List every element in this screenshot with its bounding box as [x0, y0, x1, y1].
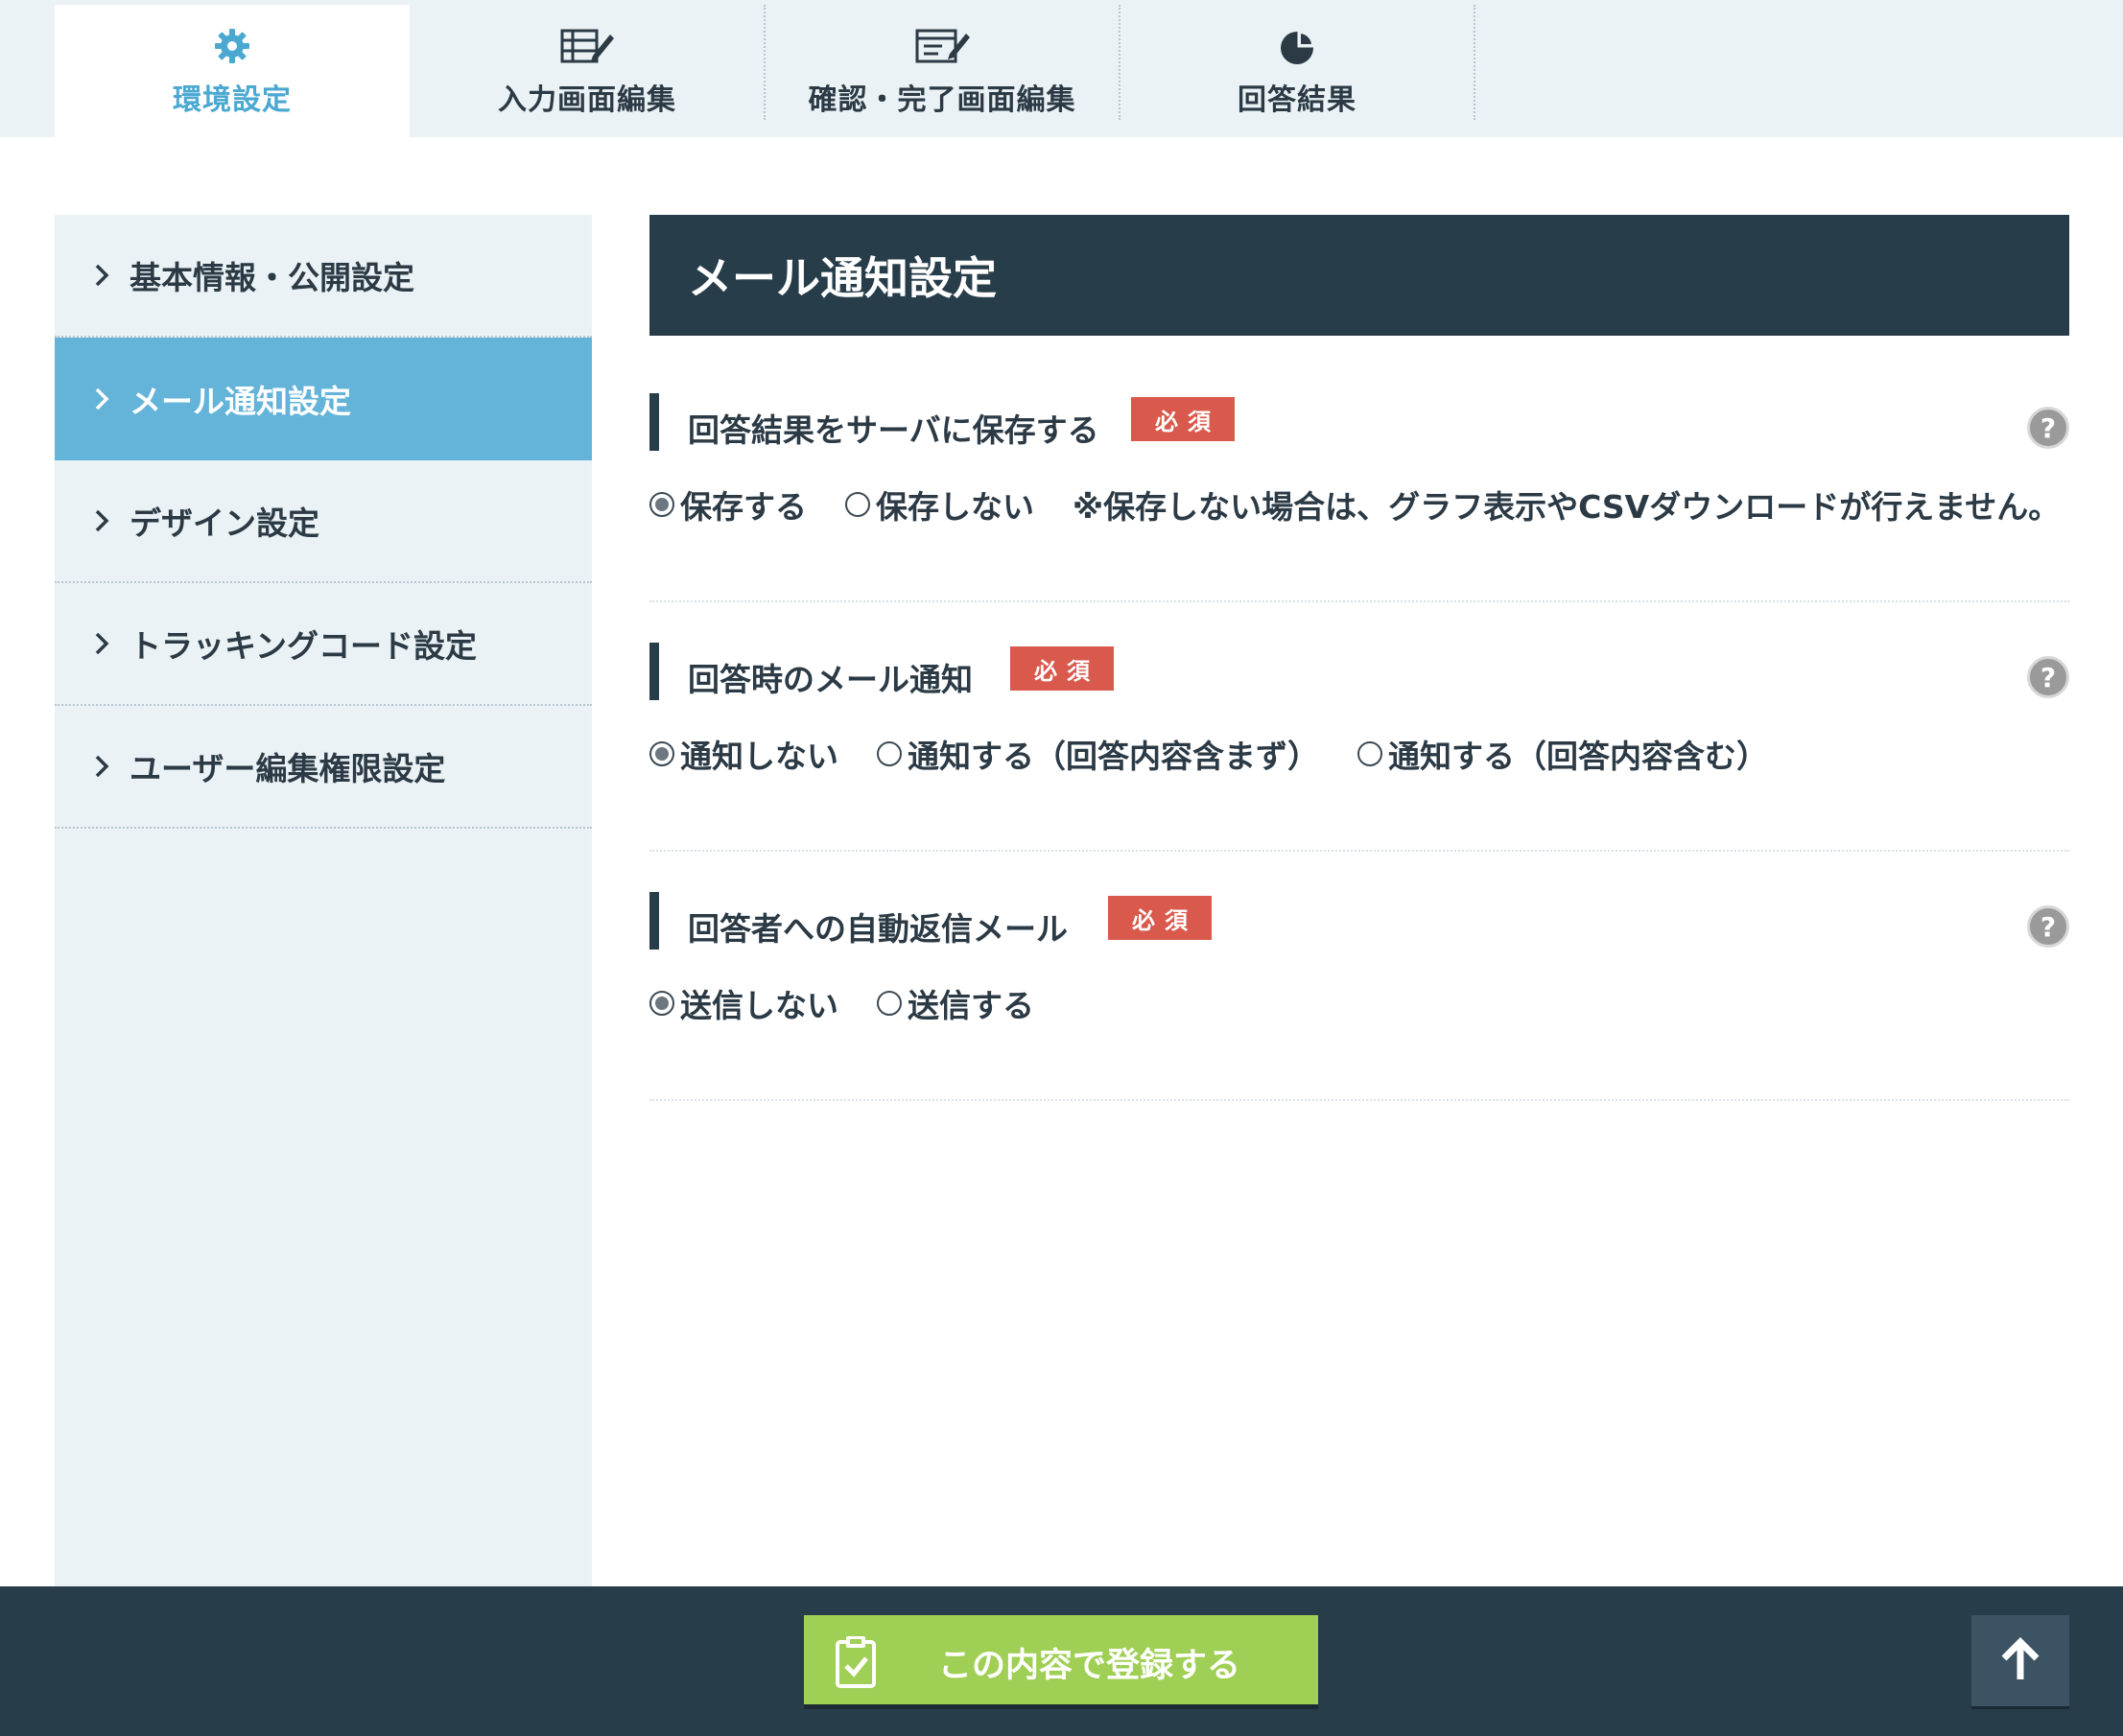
required-badge: 必須: [1108, 896, 1212, 940]
sidebar-item-tracking-code[interactable]: トラッキングコード設定: [55, 583, 592, 706]
chevron-right-icon: [93, 506, 122, 535]
footer-bar: この内容で登録する: [0, 1586, 2123, 1736]
chevron-right-icon: [93, 629, 122, 658]
radio-button[interactable]: [877, 991, 902, 1016]
chevron-right-icon: [93, 385, 122, 413]
radio-label: 送信する: [908, 987, 1034, 1024]
chevron-right-icon: [93, 261, 122, 290]
radio-option-notify-with-content[interactable]: 通知する（回答内容含む）: [1357, 731, 1768, 777]
section-accent-bar: [649, 393, 659, 451]
top-tab-bar: 環境設定 入力画面編集 確認・完了画面編集 回答結果: [0, 0, 2123, 137]
radio-group: 通知しない 通知する（回答内容含まず） 通知する（回答内容含む）: [649, 731, 1806, 777]
radio-group: 送信しない 送信する: [649, 980, 1073, 1026]
clipboard-check-icon: [833, 1634, 879, 1694]
radio-option-save[interactable]: 保存する: [649, 481, 807, 528]
gear-icon: [203, 24, 261, 68]
sidebar-item-label: メール通知設定: [130, 383, 351, 420]
radio-button-selected[interactable]: [649, 492, 674, 517]
arrow-up-icon: [1996, 1635, 2044, 1687]
tab-environment-settings[interactable]: 環境設定: [55, 5, 410, 137]
required-badge: 必須: [1131, 397, 1235, 441]
required-badge: 必須: [1010, 646, 1114, 691]
radio-button[interactable]: [877, 741, 902, 766]
setting-section-auto-reply: 回答者への自動返信メール 必須 ? 送信しない 送信する: [649, 892, 2069, 1101]
section-title: 回答者への自動返信メール: [688, 910, 1068, 948]
register-button-label: この内容で登録する: [938, 1647, 1241, 1685]
sidebar: 基本情報・公開設定 メール通知設定 デザイン設定 トラッキングコード設定 ユーザ…: [55, 215, 592, 1586]
page-title: メール通知設定: [688, 252, 997, 304]
help-icon[interactable]: ?: [2027, 407, 2069, 449]
sidebar-item-label: ユーザー編集権限設定: [130, 750, 446, 787]
help-icon[interactable]: ?: [2027, 656, 2069, 698]
section-title: 回答結果をサーバに保存する: [688, 411, 1099, 449]
tab-answer-results[interactable]: 回答結果: [1120, 5, 1474, 137]
sidebar-item-label: 基本情報・公開設定: [130, 259, 414, 296]
form-edit-icon: [558, 24, 616, 68]
help-icon[interactable]: ?: [2027, 905, 2069, 948]
page-edit-icon: [913, 24, 971, 68]
sidebar-item-label: デザイン設定: [130, 504, 319, 542]
section-accent-bar: [649, 643, 659, 700]
sidebar-item-design[interactable]: デザイン設定: [55, 460, 592, 583]
tab-label: 入力画面編集: [498, 83, 676, 117]
radio-button[interactable]: [845, 492, 870, 517]
radio-button[interactable]: [1357, 741, 1382, 766]
radio-button-selected[interactable]: [649, 991, 674, 1016]
section-note: ※保存しない場合は、グラフ表示やCSVダウンロードが行えません。: [1073, 488, 2061, 526]
pie-chart-icon: [1268, 24, 1326, 68]
page: 環境設定 入力画面編集 確認・完了画面編集 回答結果 基本情報・公開設定 メール…: [0, 0, 2123, 1736]
scroll-to-top-button[interactable]: [1971, 1615, 2069, 1709]
radio-option-notify-without-content[interactable]: 通知する（回答内容含まず）: [877, 731, 1319, 777]
section-title: 回答時のメール通知: [688, 661, 973, 698]
radio-option-send[interactable]: 送信する: [877, 980, 1034, 1026]
radio-button-selected[interactable]: [649, 741, 674, 766]
radio-label: 保存する: [680, 488, 807, 526]
tab-label: 確認・完了画面編集: [808, 83, 1076, 117]
tab-label: 環境設定: [173, 83, 292, 117]
tab-input-screen-edit[interactable]: 入力画面編集: [410, 5, 765, 137]
tab-divider: [1474, 5, 1475, 120]
sidebar-item-mail-notification[interactable]: メール通知設定: [55, 338, 592, 460]
radio-option-no-notify[interactable]: 通知しない: [649, 731, 838, 777]
chevron-right-icon: [93, 752, 122, 781]
tab-confirm-complete-edit[interactable]: 確認・完了画面編集: [765, 5, 1120, 137]
radio-label: 通知する（回答内容含む）: [1388, 738, 1768, 775]
page-title-bar: メール通知設定: [649, 215, 2069, 336]
radio-label: 通知しない: [680, 738, 838, 775]
sidebar-item-user-permissions[interactable]: ユーザー編集権限設定: [55, 706, 592, 829]
radio-option-dont-save[interactable]: 保存しない: [845, 481, 1034, 528]
register-button[interactable]: この内容で登録する: [804, 1615, 1318, 1709]
tab-label: 回答結果: [1238, 83, 1356, 117]
setting-section-answer-notification: 回答時のメール通知 必須 ? 通知しない 通知する（回答内容含まず） 通知する（…: [649, 643, 2069, 852]
sidebar-item-basic-info[interactable]: 基本情報・公開設定: [55, 215, 592, 338]
section-accent-bar: [649, 892, 659, 950]
sidebar-item-label: トラッキングコード設定: [130, 627, 478, 665]
radio-label: 保存しない: [876, 488, 1034, 526]
radio-label: 送信しない: [680, 987, 838, 1024]
radio-label: 通知する（回答内容含まず）: [908, 738, 1319, 775]
setting-section-save-results: 回答結果をサーバに保存する 必須 ? 保存する 保存しない ※保存しない場合は、…: [649, 393, 2069, 602]
radio-group: 保存する 保存しない ※保存しない場合は、グラフ表示やCSVダウンロードが行えま…: [649, 481, 2060, 528]
radio-option-dont-send[interactable]: 送信しない: [649, 980, 838, 1026]
